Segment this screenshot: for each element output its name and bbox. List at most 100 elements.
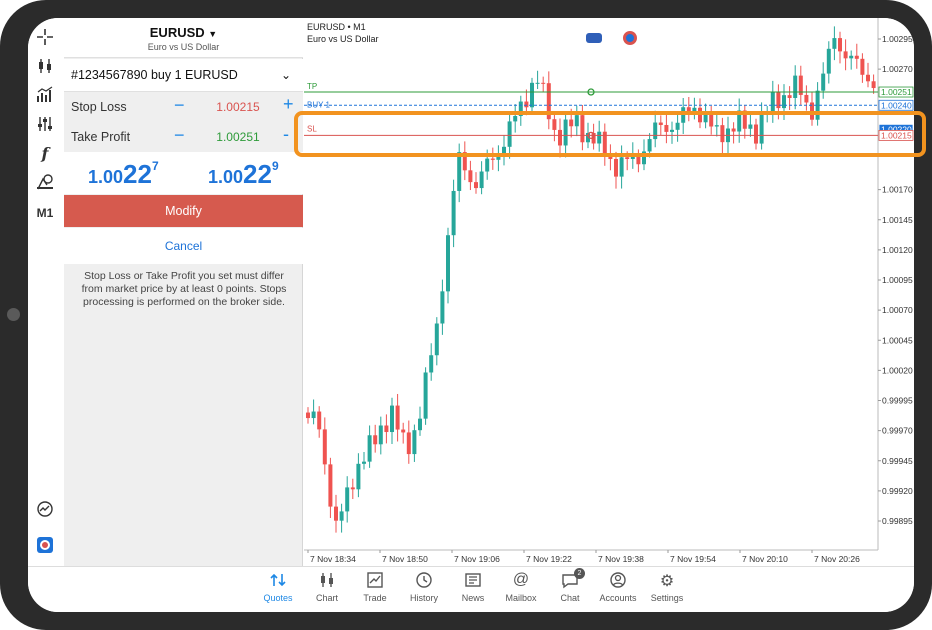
candle-body: [350, 487, 355, 490]
candle-body: [826, 48, 831, 74]
take-profit-row: Take Profit − 1.00251 -: [64, 122, 303, 152]
nav-label: News: [461, 593, 485, 603]
candle-body: [770, 92, 775, 113]
ask-price-prefix: 1.00: [208, 167, 244, 187]
function-icon[interactable]: f: [34, 142, 56, 164]
candle-body: [524, 101, 529, 108]
accounts-icon: [594, 571, 642, 591]
nav-label: Accounts: [599, 593, 637, 603]
bottom-navigation: Quotes Chart Trade History News @ Mailbo…: [28, 566, 914, 612]
candle-body: [401, 429, 406, 433]
timeframe-button[interactable]: M1: [34, 202, 56, 224]
broker-logo-icon[interactable]: [34, 534, 56, 556]
order-label: #1234567890 buy 1 EURUSD: [71, 68, 238, 82]
bid-price: 1.00227: [88, 159, 159, 190]
order-selector[interactable]: #1234567890 buy 1 EURUSD ⌄: [64, 59, 303, 92]
take-profit-label: Take Profit: [71, 130, 131, 144]
candle-body: [860, 58, 865, 75]
nav-chart[interactable]: Chart: [303, 571, 351, 603]
trade-levels-icon[interactable]: [623, 31, 637, 45]
sliders-icon[interactable]: [34, 113, 56, 135]
nav-label: History: [409, 593, 438, 603]
candle-body: [614, 158, 618, 177]
bid-price-sup: 7: [151, 159, 159, 173]
candle-body: [485, 158, 490, 172]
candle-body: [311, 411, 316, 419]
candle-body: [423, 372, 428, 419]
time-axis-label: 7 Nov 19:06: [454, 554, 500, 564]
price-axis-label: 1.00070: [882, 305, 913, 315]
price-axis-label: 1.00170: [882, 185, 913, 195]
chart-canvas[interactable]: 1.00295 1.00270 1.00170 1.00145 1.00120 1.000…: [304, 18, 914, 566]
modify-button[interactable]: Modify: [64, 195, 303, 227]
nav-label: Trade: [363, 593, 387, 603]
candles-icon[interactable]: [34, 55, 56, 77]
candle-body: [530, 82, 534, 108]
price-axis-label: 1.00045: [882, 335, 913, 345]
candle-body: [306, 412, 310, 419]
price-axis-label: 0.99995: [882, 396, 913, 406]
candle-body: [804, 94, 809, 103]
price-axis-label: 1.00120: [882, 245, 913, 255]
nav-label: Settings: [650, 593, 684, 603]
take-profit-decrease-button[interactable]: −: [174, 125, 185, 146]
mailbox-icon: @: [512, 571, 530, 588]
nav-label: Chat: [560, 593, 580, 603]
nav-trade[interactable]: Trade: [351, 571, 399, 603]
symbol-description: Euro vs US Dollar: [147, 42, 220, 52]
nav-chat[interactable]: 2 Chat: [546, 568, 594, 603]
cancel-button[interactable]: Cancel: [64, 228, 303, 264]
home-dot: [7, 308, 20, 321]
settings-icon: ⚙: [659, 573, 675, 590]
stop-loss-increase-button[interactable]: +: [283, 94, 294, 115]
nav-settings[interactable]: ⚙ Settings: [643, 571, 691, 603]
chart-icon: [303, 571, 351, 591]
stop-loss-label: Stop Loss: [71, 100, 127, 114]
stop-loss-value[interactable]: 1.00215: [202, 100, 274, 114]
nav-news[interactable]: News: [449, 571, 497, 603]
sl-line-highlight: [294, 111, 926, 157]
candle-body: [838, 38, 842, 52]
take-profit-value[interactable]: 1.00251: [202, 130, 274, 144]
ask-price-big: 22: [243, 159, 272, 189]
bid-price-big: 22: [123, 159, 152, 189]
candle-body: [384, 425, 389, 433]
buy-line-label: BUY 1: [307, 100, 331, 109]
chat-icon: 2: [546, 568, 594, 591]
chevron-down-icon: ⌄: [280, 68, 291, 82]
time-axis-label: 7 Nov 19:54: [670, 554, 716, 564]
nav-mailbox[interactable]: @ Mailbox: [497, 571, 545, 603]
candle-body: [479, 171, 484, 189]
time-axis-label: 7 Nov 20:10: [742, 554, 788, 564]
candle-body: [434, 323, 439, 356]
one-click-trading-icon[interactable]: [586, 33, 602, 43]
candle-body: [356, 463, 361, 490]
symbol-name: EURUSD: [149, 25, 205, 40]
candle-body: [345, 487, 350, 512]
nav-accounts[interactable]: Accounts: [594, 571, 642, 603]
crosshair-icon[interactable]: [34, 26, 56, 48]
candle-body: [535, 82, 540, 84]
symbol-header[interactable]: EURUSD ▼ Euro vs US Dollar: [64, 18, 303, 58]
price-chart[interactable]: 1.00295 1.00270 1.00170 1.00145 1.00120 1.000…: [304, 18, 914, 566]
candle-body: [378, 425, 383, 445]
nav-label: Quotes: [263, 593, 293, 603]
stop-loss-decrease-button[interactable]: −: [174, 95, 185, 116]
nav-history[interactable]: History: [400, 571, 448, 603]
signal-icon[interactable]: [34, 498, 56, 520]
candle-body: [328, 464, 333, 507]
chart-title: EURUSD • M1: [307, 22, 366, 32]
bid-price-prefix: 1.00: [88, 167, 124, 187]
candle-body: [474, 182, 478, 189]
nav-label: Mailbox: [505, 593, 537, 603]
objects-icon[interactable]: [34, 171, 56, 193]
time-axis-label: 7 Nov 19:38: [598, 554, 644, 564]
take-profit-increase-button[interactable]: -: [283, 124, 289, 145]
indicators-bars-icon[interactable]: [34, 84, 56, 106]
price-axis-label: 1.00020: [882, 365, 913, 375]
nav-quotes[interactable]: Quotes: [254, 571, 302, 603]
chat-badge: 2: [574, 568, 585, 579]
candle-body: [406, 432, 411, 455]
stop-loss-row: Stop Loss − 1.00215 +: [64, 92, 303, 122]
candle-body: [395, 405, 400, 430]
